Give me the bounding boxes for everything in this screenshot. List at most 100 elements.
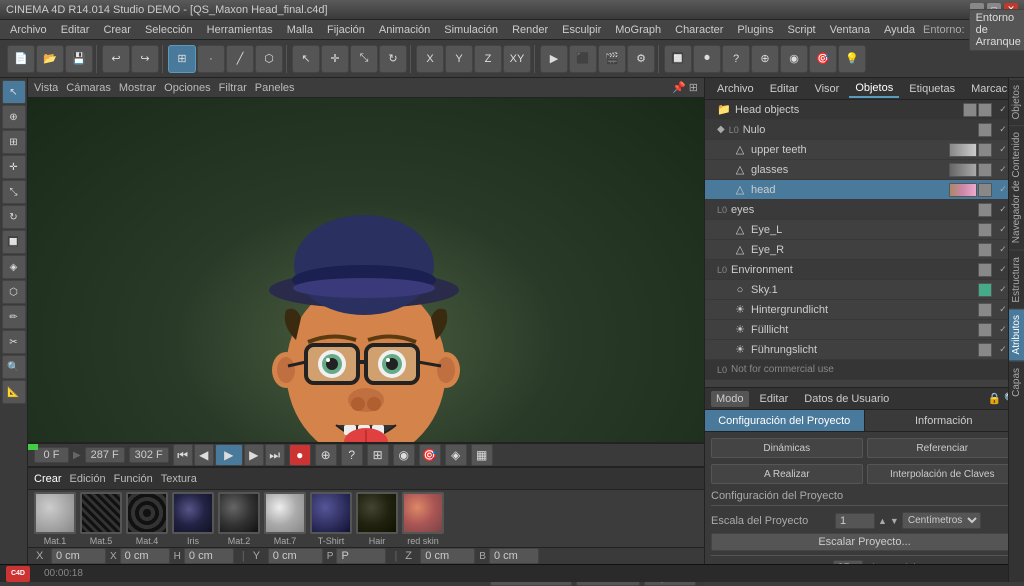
rotate-tool[interactable]: ↻ bbox=[379, 45, 407, 73]
obj-tab-visor[interactable]: Visor bbox=[808, 81, 845, 97]
undo-button[interactable]: ↩ bbox=[102, 45, 130, 73]
attr-subtab-realizar[interactable]: A Realizar bbox=[711, 464, 863, 484]
obj-eye-l[interactable]: △ Eye_L ✓ 👁 bbox=[705, 220, 1024, 240]
render-btn2[interactable]: ⬛ bbox=[569, 45, 597, 73]
attr-subtab-interpolacion[interactable]: Interpolación de Claves bbox=[867, 464, 1019, 484]
attr-tab-datos[interactable]: Datos de Usuario bbox=[799, 391, 894, 407]
new-button[interactable]: 📄 bbox=[7, 45, 35, 73]
coord-b-input[interactable] bbox=[489, 548, 539, 564]
vp-icon-pin[interactable]: 📌 bbox=[672, 81, 686, 94]
left-tool-6[interactable]: ↻ bbox=[2, 205, 26, 229]
obj-tab-marcac[interactable]: Marcac bbox=[965, 81, 1013, 97]
obj-tab-editar[interactable]: Editar bbox=[764, 81, 805, 97]
menu-plugins[interactable]: Plugins bbox=[731, 22, 779, 38]
mat-item-mat5[interactable]: Mat.5 bbox=[80, 492, 122, 546]
menu-character[interactable]: Character bbox=[669, 22, 729, 38]
menu-herramientas[interactable]: Herramientas bbox=[201, 22, 279, 38]
anim-btn[interactable]: ⏺ bbox=[693, 45, 721, 73]
tl-extra5-btn[interactable]: 🎯 bbox=[419, 444, 441, 466]
tl-play-btn[interactable]: ▶ bbox=[215, 444, 243, 466]
mat-tab-textura[interactable]: Textura bbox=[161, 473, 197, 485]
extra-btn2[interactable]: ⊕ bbox=[751, 45, 779, 73]
obj-fulllicht[interactable]: ☀ Fülllicht ✓ ● bbox=[705, 320, 1024, 340]
mat-item-mat4[interactable]: Mat.4 bbox=[126, 492, 168, 546]
display-btn1[interactable]: X bbox=[416, 45, 444, 73]
obj-eyes[interactable]: L0 eyes ✓ ● bbox=[705, 200, 1024, 220]
left-tool-3[interactable]: ⊞ bbox=[2, 130, 26, 154]
attr-main-tab-info[interactable]: Información bbox=[865, 410, 1024, 431]
coord-x-input[interactable] bbox=[51, 548, 106, 564]
side-tab-atributos[interactable]: Atributos bbox=[1009, 308, 1024, 360]
open-button[interactable]: 📂 bbox=[36, 45, 64, 73]
left-tool-13[interactable]: 📐 bbox=[2, 380, 26, 404]
extra-btn4[interactable]: 🎯 bbox=[809, 45, 837, 73]
obj-hintergrundlicht[interactable]: ☀ Hintergrundlicht ✓ ● bbox=[705, 300, 1024, 320]
render-btn1[interactable]: ▶ bbox=[540, 45, 568, 73]
side-tab-capas[interactable]: Capas bbox=[1009, 361, 1024, 403]
vp-icon-expand[interactable]: ⊞ bbox=[689, 81, 698, 94]
tl-extra6-btn[interactable]: ◈ bbox=[445, 444, 467, 466]
mode-object[interactable]: ⊞ bbox=[168, 45, 196, 73]
escala-input[interactable] bbox=[835, 513, 875, 529]
select-tool[interactable]: ↖ bbox=[292, 45, 320, 73]
mat-item-mat7[interactable]: Mat.7 bbox=[264, 492, 306, 546]
menu-script[interactable]: Script bbox=[782, 22, 822, 38]
render-settings[interactable]: ⚙ bbox=[627, 45, 655, 73]
scale-tool[interactable]: ⤡ bbox=[350, 45, 378, 73]
tl-extra7-btn[interactable]: ▦ bbox=[471, 444, 493, 466]
mode-point[interactable]: · bbox=[197, 45, 225, 73]
tl-start-btn[interactable]: ⏮ bbox=[173, 444, 193, 466]
obj-fuhrungslicht[interactable]: ☀ Führungslicht ✓ ● bbox=[705, 340, 1024, 360]
tl-extra4-btn[interactable]: ◉ bbox=[393, 444, 415, 466]
left-tool-move[interactable]: ↖ bbox=[2, 80, 26, 104]
attr-subtab-dinamicas[interactable]: Dinámicas bbox=[711, 438, 863, 458]
attr-tab-modo[interactable]: Modo bbox=[711, 391, 749, 407]
coord-h-input[interactable] bbox=[184, 548, 234, 564]
escala-unit-select[interactable]: Centímetros Metros bbox=[902, 512, 981, 529]
lock-icon[interactable]: 🔒 bbox=[988, 392, 1002, 405]
mat-item-tshirt[interactable]: T-Shirt bbox=[310, 492, 352, 546]
left-tool-8[interactable]: ◈ bbox=[2, 255, 26, 279]
move-tool[interactable]: ✛ bbox=[321, 45, 349, 73]
menu-esculpir[interactable]: Esculpir bbox=[556, 22, 607, 38]
tl-prev-btn[interactable]: ◀ bbox=[194, 444, 214, 466]
obj-nulo[interactable]: ◆ L0 Nulo ✓ ● bbox=[705, 120, 1024, 140]
extra-btn3[interactable]: ◉ bbox=[780, 45, 808, 73]
coord-p-input[interactable] bbox=[336, 548, 386, 564]
attr-subtab-referenciar[interactable]: Referenciar bbox=[867, 438, 1019, 458]
tl-record-btn[interactable]: ● bbox=[289, 444, 311, 466]
side-tab-objetos[interactable]: Objetos bbox=[1009, 78, 1024, 125]
redo-button[interactable]: ↪ bbox=[131, 45, 159, 73]
obj-head-objects[interactable]: 📁 Head objects ✓ ● bbox=[705, 100, 1024, 120]
mat-item-mat1[interactable]: Mat.1 bbox=[34, 492, 76, 546]
mat-item-redskin[interactable]: red skin bbox=[402, 492, 444, 546]
obj-eye-r[interactable]: △ Eye_R ✓ 👁 bbox=[705, 240, 1024, 260]
tl-fps-field[interactable] bbox=[85, 447, 125, 463]
escalar-button[interactable]: Escalar Proyecto... bbox=[711, 533, 1018, 551]
left-tool-7[interactable]: 🔲 bbox=[2, 230, 26, 254]
menu-seleccion[interactable]: Selección bbox=[139, 22, 199, 38]
menu-ayuda[interactable]: Ayuda bbox=[878, 22, 921, 38]
mat-item-hair[interactable]: Hair bbox=[356, 492, 398, 546]
left-tool-4[interactable]: ✛ bbox=[2, 155, 26, 179]
obj-tab-etiquetas[interactable]: Etiquetas bbox=[903, 81, 961, 97]
mat-tab-crear[interactable]: Crear bbox=[34, 473, 62, 485]
tl-end-btn[interactable]: ⏭ bbox=[265, 444, 285, 466]
entorno-value[interactable]: Entorno de Arranque bbox=[969, 9, 1024, 51]
left-tool-9[interactable]: ⬡ bbox=[2, 280, 26, 304]
tl-end-field[interactable] bbox=[129, 447, 169, 463]
display-btn2[interactable]: Y bbox=[445, 45, 473, 73]
display-btn4[interactable]: XY bbox=[503, 45, 531, 73]
tl-frame-field[interactable] bbox=[34, 447, 69, 463]
snap-btn[interactable]: 🔲 bbox=[664, 45, 692, 73]
obj-glasses[interactable]: △ glasses ✓ ● bbox=[705, 160, 1024, 180]
menu-mograph[interactable]: MoGraph bbox=[609, 22, 667, 38]
menu-simulacion[interactable]: Simulación bbox=[438, 22, 504, 38]
obj-tab-archivo[interactable]: Archivo bbox=[711, 81, 760, 97]
mat-tab-funcion[interactable]: Función bbox=[114, 473, 153, 485]
display-btn3[interactable]: Z bbox=[474, 45, 502, 73]
side-tab-navegador[interactable]: Navegador de Contenido bbox=[1009, 125, 1024, 249]
tl-extra3-btn[interactable]: ⊞ bbox=[367, 444, 389, 466]
mat-item-mat2[interactable]: Mat.2 bbox=[218, 492, 260, 546]
left-tool-2[interactable]: ⊕ bbox=[2, 105, 26, 129]
